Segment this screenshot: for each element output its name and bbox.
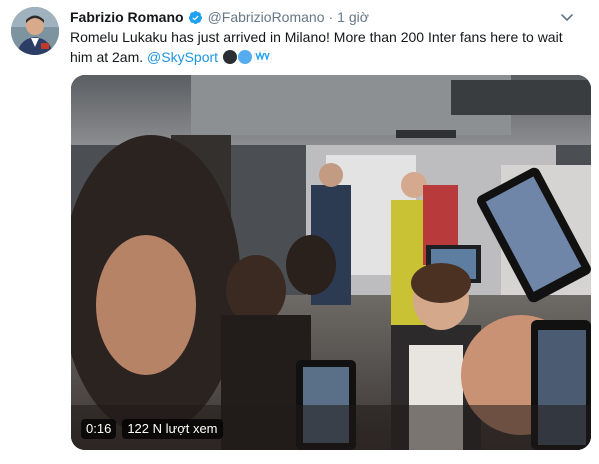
tweet-body: Romelu Lukaku has just arrived in Milano…: [70, 29, 563, 65]
handle[interactable]: @FabrizioRomano: [208, 9, 325, 25]
flag-emoji: [253, 50, 272, 63]
video-overlay: 0:16 122 N lượt xem: [81, 418, 223, 440]
display-name[interactable]: Fabrizio Romano: [70, 9, 184, 25]
tweet[interactable]: Fabrizio Romano @FabrizioRomano · 1 giờ …: [0, 0, 599, 464]
video-player[interactable]: 0:16 122 N lượt xem: [71, 75, 591, 450]
tweet-text: Romelu Lukaku has just arrived in Milano…: [70, 27, 580, 67]
video-duration: 0:16: [81, 419, 117, 439]
avatar-image: [11, 7, 59, 55]
blue-circle-emoji: [237, 50, 252, 64]
verified-badge-icon: [188, 10, 202, 24]
mention-link[interactable]: @SkySport: [147, 49, 218, 65]
chevron-down-icon[interactable]: [559, 9, 575, 25]
view-count: 122 N lượt xem: [122, 419, 223, 439]
tweet-header: Fabrizio Romano @FabrizioRomano · 1 giờ: [70, 7, 579, 27]
avatar[interactable]: [11, 7, 59, 55]
video-frame: [71, 75, 591, 450]
timestamp[interactable]: 1 giờ: [337, 9, 369, 25]
separator-dot: ·: [328, 9, 334, 25]
black-circle-emoji: [222, 50, 237, 64]
